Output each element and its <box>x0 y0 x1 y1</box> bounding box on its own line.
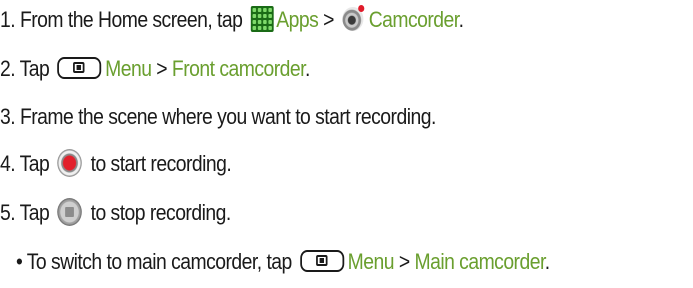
step-2-prefix: 2. Tap <box>0 56 55 81</box>
step-5-suffix: to stop recording. <box>85 200 232 225</box>
step-5-prefix: 5. Tap <box>0 200 55 225</box>
camcorder-icon <box>342 5 365 32</box>
bullet-main-camcorder: • To switch to main camcorder, tap Menu … <box>16 248 550 276</box>
menu-label: Menu <box>105 56 152 81</box>
menu-key-icon <box>300 250 345 273</box>
step-4-prefix: 4. Tap <box>0 151 55 176</box>
apps-label: Apps <box>276 7 319 32</box>
front-camcorder-label: Front camcorder <box>171 56 306 81</box>
step-2-suffix: . <box>304 56 310 81</box>
step-2-separator: > <box>151 56 172 81</box>
bullet-marker: • <box>16 249 27 274</box>
apps-grid-icon <box>250 6 274 33</box>
menu-label: Menu <box>347 249 395 274</box>
step-2: 2. Tap Menu > Front camcorder. <box>0 55 310 83</box>
step-3: 3. Frame the scene where you want to sta… <box>0 104 436 129</box>
step-1-suffix: . <box>458 7 464 32</box>
camcorder-label: Camcorder <box>368 7 459 32</box>
step-1-separator: > <box>318 7 339 32</box>
step-4-suffix: to start recording. <box>85 151 232 176</box>
bullet-prefix: To switch to main camcorder, tap <box>26 249 297 274</box>
step-5: 5. Tap to stop recording. <box>0 198 232 228</box>
step-4: 4. Tap to start recording. <box>0 149 232 179</box>
bullet-suffix: . <box>544 249 550 274</box>
step-1-prefix: 1. From the Home screen, tap <box>0 7 248 32</box>
bullet-separator: > <box>393 249 415 274</box>
menu-key-icon <box>57 57 102 80</box>
stop-button-icon <box>57 198 83 227</box>
step-1: 1. From the Home screen, tap Apps > Camc… <box>0 5 464 34</box>
main-camcorder-label: Main camcorder <box>414 249 545 274</box>
record-button-icon <box>57 149 83 178</box>
